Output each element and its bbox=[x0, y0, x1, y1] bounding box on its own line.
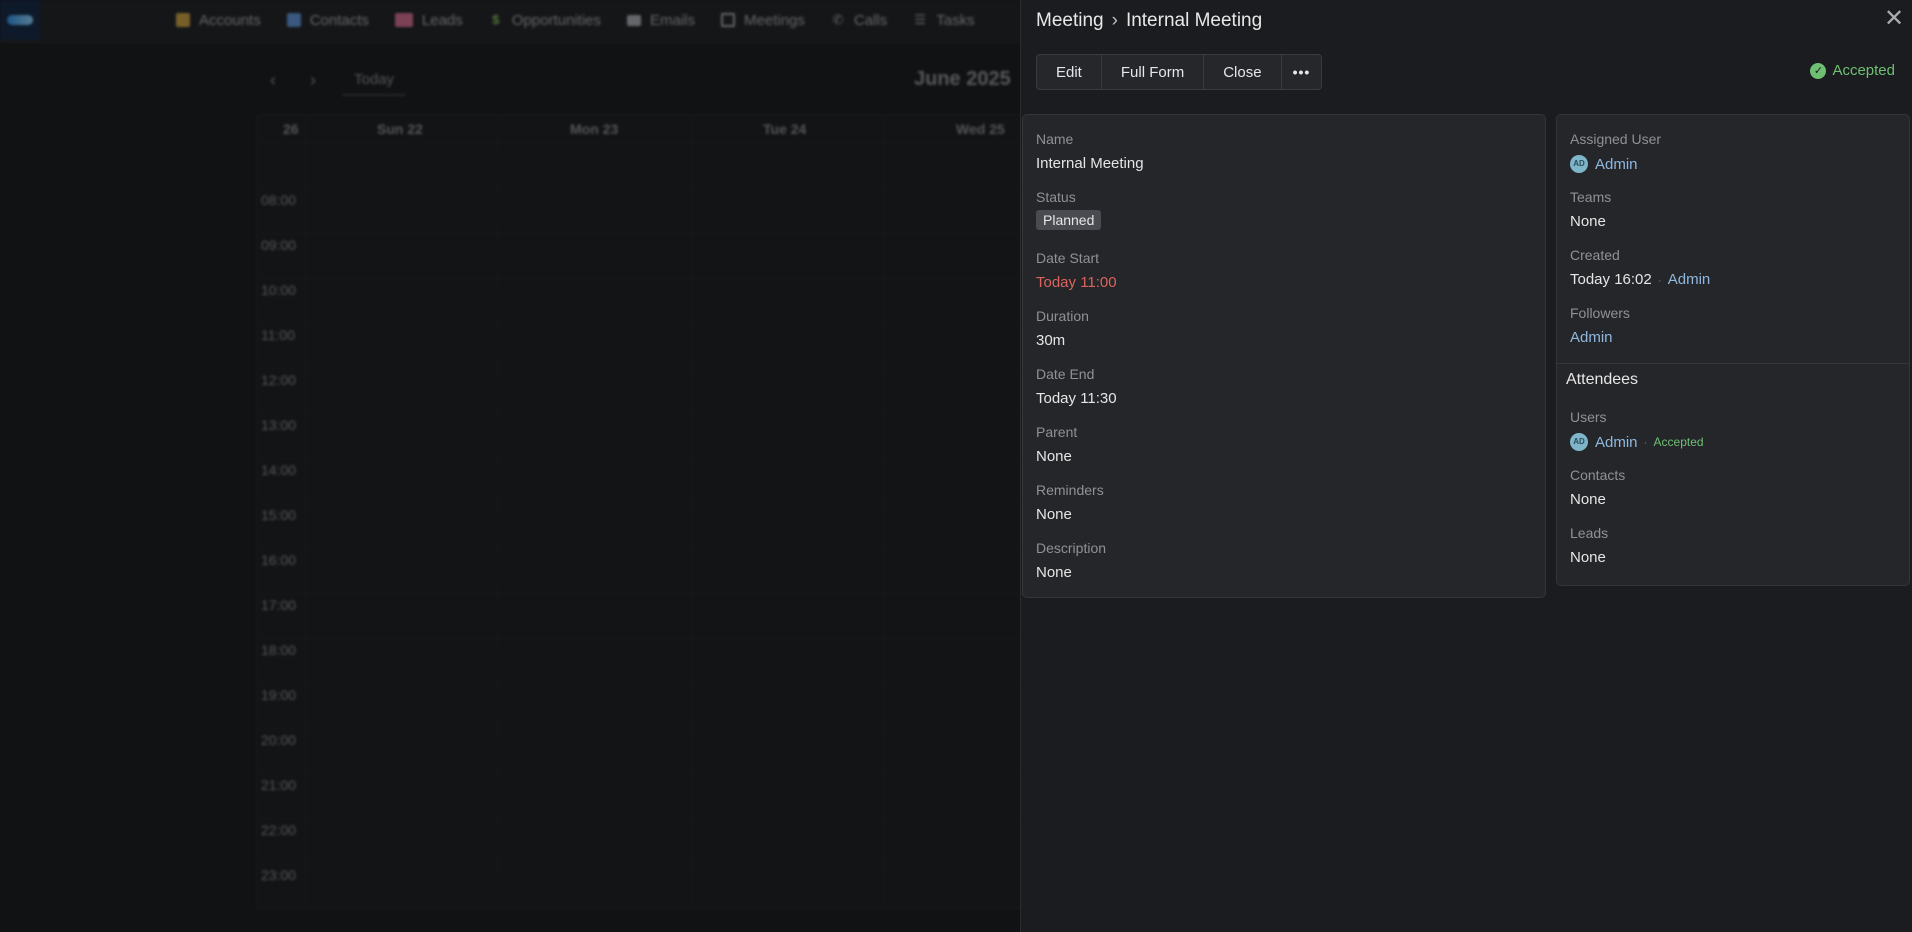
field-value: Today 11:30 bbox=[1036, 390, 1117, 407]
field-users: Users AD Admin · Accepted bbox=[1570, 409, 1704, 451]
field-value: None bbox=[1036, 448, 1072, 465]
field-label: Created bbox=[1570, 247, 1620, 263]
breadcrumb-separator: › bbox=[1111, 10, 1118, 31]
entity-link[interactable]: Meeting bbox=[1036, 10, 1104, 32]
field-label: Date End bbox=[1036, 366, 1095, 382]
panel-header: Meeting › Internal Meeting bbox=[1036, 10, 1262, 32]
field-value: 30m bbox=[1036, 332, 1066, 349]
side-card: Assigned User AD Admin Teams None Create… bbox=[1556, 114, 1910, 586]
modal-backdrop[interactable] bbox=[0, 0, 1020, 932]
attendees-heading: Attendees bbox=[1566, 371, 1639, 388]
action-button-group: Edit Full Form Close ••• bbox=[1036, 54, 1323, 90]
field-value: Internal Meeting bbox=[1036, 155, 1144, 172]
field-label: Teams bbox=[1570, 189, 1612, 205]
divider bbox=[1557, 363, 1909, 364]
record-title: Internal Meeting bbox=[1125, 10, 1263, 31]
field-label: Duration bbox=[1036, 308, 1089, 324]
attendee-status: Accepted bbox=[1653, 435, 1704, 449]
full-form-button[interactable]: Full Form bbox=[1102, 55, 1205, 89]
field-value: AD Admin · Accepted bbox=[1570, 433, 1704, 451]
avatar: AD bbox=[1570, 155, 1588, 173]
field-value: None bbox=[1036, 506, 1072, 523]
field-label: Name bbox=[1036, 131, 1074, 147]
field-label: Contacts bbox=[1570, 467, 1626, 483]
field-assigned-user: Assigned User AD Admin bbox=[1570, 131, 1661, 173]
field-label: Reminders bbox=[1036, 482, 1104, 498]
field-value: None bbox=[1036, 564, 1072, 581]
field-parent: Parent None bbox=[1036, 424, 1077, 465]
edit-button[interactable]: Edit bbox=[1037, 55, 1102, 89]
record-side-panel: Meeting › Internal Meeting ✕ Edit Full F… bbox=[1020, 0, 1912, 932]
field-name: Name Internal Meeting bbox=[1036, 131, 1144, 172]
field-leads: Leads None bbox=[1570, 525, 1608, 566]
close-icon[interactable]: ✕ bbox=[1882, 6, 1906, 32]
user-link[interactable]: Admin bbox=[1595, 156, 1638, 173]
field-created: Created Today 16:02 · Admin bbox=[1570, 247, 1710, 288]
field-reminders: Reminders None bbox=[1036, 482, 1104, 523]
field-label: Leads bbox=[1570, 525, 1609, 541]
separator-dot: · bbox=[1657, 272, 1662, 287]
created-time: Today 16:02 bbox=[1570, 271, 1652, 288]
field-label: Parent bbox=[1036, 424, 1078, 440]
field-description: Description None bbox=[1036, 540, 1106, 581]
close-button[interactable]: Close bbox=[1204, 55, 1282, 89]
field-contacts: Contacts None bbox=[1570, 467, 1625, 508]
field-label: Date Start bbox=[1036, 250, 1100, 266]
user-link[interactable]: Admin bbox=[1595, 434, 1638, 451]
field-value: AD Admin bbox=[1570, 155, 1661, 173]
detail-card: Name Internal Meeting Status Planned Dat… bbox=[1022, 114, 1546, 598]
user-link[interactable]: Admin bbox=[1570, 329, 1613, 346]
field-label: Status bbox=[1036, 189, 1076, 205]
avatar: AD bbox=[1570, 433, 1588, 451]
field-label: Assigned User bbox=[1570, 131, 1662, 147]
field-value: None bbox=[1570, 491, 1606, 508]
status-badge: Planned bbox=[1036, 210, 1102, 230]
field-date-start: Date Start Today 11:00 bbox=[1036, 250, 1117, 291]
user-link[interactable]: Admin bbox=[1668, 271, 1711, 288]
field-followers: Followers Admin bbox=[1570, 305, 1630, 346]
field-value: None bbox=[1570, 213, 1606, 230]
field-value: Today 11:00 bbox=[1036, 274, 1117, 291]
field-label: Followers bbox=[1570, 305, 1630, 321]
check-circle-icon: ✓ bbox=[1810, 62, 1827, 79]
field-value: Today 16:02 · Admin bbox=[1570, 271, 1710, 288]
separator-dot: · bbox=[1643, 435, 1648, 449]
field-label: Description bbox=[1036, 540, 1107, 556]
field-duration: Duration 30m bbox=[1036, 308, 1089, 349]
field-value: None bbox=[1570, 549, 1606, 566]
field-date-end: Date End Today 11:30 bbox=[1036, 366, 1117, 407]
field-teams: Teams None bbox=[1570, 189, 1611, 230]
more-actions-button[interactable]: ••• bbox=[1282, 55, 1322, 89]
acceptance-status-label: Accepted bbox=[1832, 62, 1895, 79]
field-label: Users bbox=[1570, 409, 1607, 425]
acceptance-status[interactable]: ✓ Accepted bbox=[1810, 62, 1895, 79]
field-status: Status Planned bbox=[1036, 189, 1102, 230]
field-value: Admin bbox=[1570, 329, 1630, 346]
